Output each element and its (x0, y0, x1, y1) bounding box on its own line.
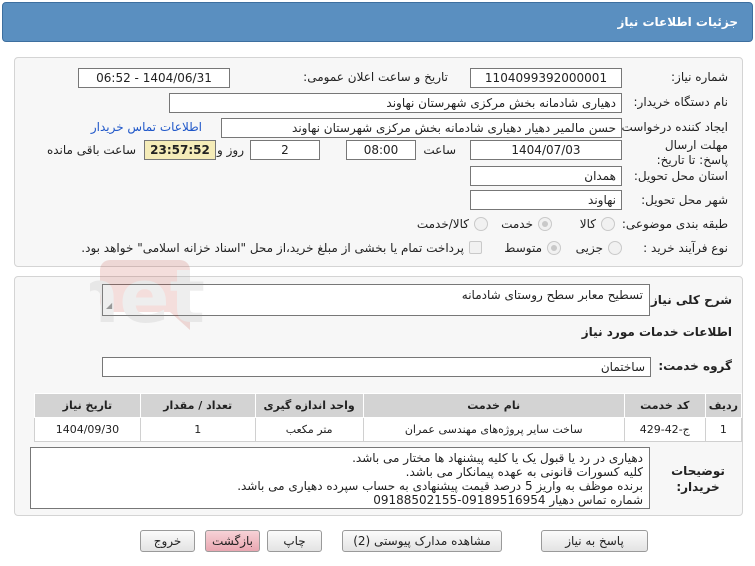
purchase-type-label: نوع فرآیند خرید : (643, 241, 728, 255)
services-info-title: اطلاعات خدمات مورد نیاز (581, 325, 732, 339)
category-goods-radio[interactable] (601, 217, 615, 231)
need-summary-text: تسطیح معابر سطح روستای شادمانه (461, 288, 643, 302)
back-button[interactable]: بازگشت (205, 530, 260, 552)
column-header-name: نام خدمت (362, 393, 625, 418)
resize-grip-icon: ◢ (106, 301, 113, 310)
need-summary-field: تسطیح معابر سطح روستای شادمانه ◢ (102, 284, 650, 316)
city-field: نهاوند (470, 190, 622, 210)
remaining-days-field: 2 (250, 140, 320, 160)
column-header-unit: واحد اندازه گیری (254, 393, 364, 418)
need-summary-panel: شرح کلی نیاز: تسطیح معابر سطح روستای شاد… (14, 276, 743, 516)
buyer-note-line: برنده موظف به واریز 5 درصد قیمت پیشنهادی… (237, 479, 643, 493)
purchase-medium-label: متوسط (504, 241, 542, 255)
buyer-org-label: نام دستگاه خریدار: (633, 95, 729, 109)
table-row: 1 ج-42-429 ساخت سایر پروژه‌های مهندسی عم… (34, 417, 743, 442)
page-header: جزئیات اطلاعات نیاز (2, 2, 753, 42)
announce-datetime-field: 1404/06/31 - 06:52 (78, 68, 230, 88)
treasury-payment-checkbox[interactable] (469, 241, 482, 254)
category-service-label: خدمت (501, 217, 533, 231)
purchase-minor-radio[interactable] (608, 241, 622, 255)
deadline-date-field: 1404/07/03 (470, 140, 622, 160)
requester-label: ایجاد کننده درخواست: (617, 120, 728, 134)
remaining-time-label: ساعت باقی مانده (46, 143, 136, 157)
province-label: استان محل تحویل: (633, 169, 728, 183)
buyer-note-line: شماره تماس دهیار 09189516954-09188502155 (373, 493, 643, 507)
buyer-notes-field: دهیاری در رد یا قبول یک یا کلیه پیشنهاد … (30, 447, 650, 509)
purchase-medium-radio[interactable] (547, 241, 561, 255)
need-details-panel: شماره نیاز: 1104099392000001 تاریخ و ساع… (14, 57, 743, 267)
column-header-row: ردیف (704, 393, 743, 418)
cell-service-code: ج-42-429 (623, 417, 706, 442)
cell-need-date: 1404/09/30 (34, 417, 141, 442)
need-number-label: شماره نیاز: (671, 70, 728, 84)
services-table: ردیف کد خدمت نام خدمت واحد اندازه گیری ت… (34, 393, 743, 442)
remaining-time-field: 23:57:52 (144, 140, 216, 160)
cell-row-number: 1 (704, 417, 743, 442)
services-table-header: ردیف کد خدمت نام خدمت واحد اندازه گیری ت… (34, 393, 743, 418)
need-number-field: 1104099392000001 (470, 68, 622, 88)
province-field: همدان (470, 166, 622, 186)
cell-service-name: ساخت سایر پروژه‌های مهندسی عمران (362, 417, 625, 442)
column-header-quantity: تعداد / مقدار (139, 393, 256, 418)
category-goods-label: کالا (579, 217, 596, 231)
days-label: روز و (217, 143, 244, 157)
city-label: شهر محل تحویل: (641, 193, 728, 207)
reply-to-need-button[interactable]: پاسخ به نیاز (541, 530, 648, 552)
service-group-label: گروه خدمت: (658, 359, 732, 373)
buyer-contact-link[interactable]: اطلاعات تماس خریدار (91, 120, 202, 134)
column-header-date: تاریخ نیاز (34, 393, 141, 418)
need-summary-label: شرح کلی نیاز: (646, 293, 732, 307)
purchase-minor-label: جزیی (575, 241, 603, 255)
cell-quantity: 1 (139, 417, 256, 442)
buyer-note-line: کلیه کسورات قانونی به عهده پیمانکار می ب… (405, 465, 643, 479)
deadline-time-field: 08:00 (346, 140, 416, 160)
exit-button[interactable]: خروج (140, 530, 195, 552)
service-group-field: ساختمان (102, 357, 651, 377)
buyer-org-field: دهیاری شادمانه بخش مرکزی شهرستان نهاوند (169, 93, 622, 113)
category-label: طبقه بندی موضوعی: (621, 217, 728, 231)
view-attachments-button[interactable]: مشاهده مدارک پیوستی (2) (342, 530, 502, 552)
cell-unit: متر مکعب (254, 417, 364, 442)
category-goods-service-radio[interactable] (474, 217, 488, 231)
deadline-time-label: ساعت (423, 143, 456, 157)
page-title: جزئیات اطلاعات نیاز (617, 15, 738, 29)
category-goods-service-label: کالا/خدمت (416, 217, 469, 231)
category-service-radio[interactable] (538, 217, 552, 231)
requester-field: حسن مالمیر دهیار دهیاری شادمانه بخش مرکز… (221, 118, 622, 138)
announce-datetime-label: تاریخ و ساعت اعلان عمومی: (303, 70, 448, 84)
treasury-payment-note: پرداخت تمام یا بخشی از مبلغ خرید،از محل … (81, 241, 464, 255)
column-header-code: کد خدمت (623, 393, 706, 418)
buyer-note-line: دهیاری در رد یا قبول یک یا کلیه پیشنهاد … (352, 451, 643, 465)
buyer-notes-label: توضیحات خریدار: (671, 464, 725, 494)
print-button[interactable]: چاپ (267, 530, 322, 552)
deadline-label: مهلت ارسال پاسخ: تا تاریخ: (656, 138, 728, 167)
